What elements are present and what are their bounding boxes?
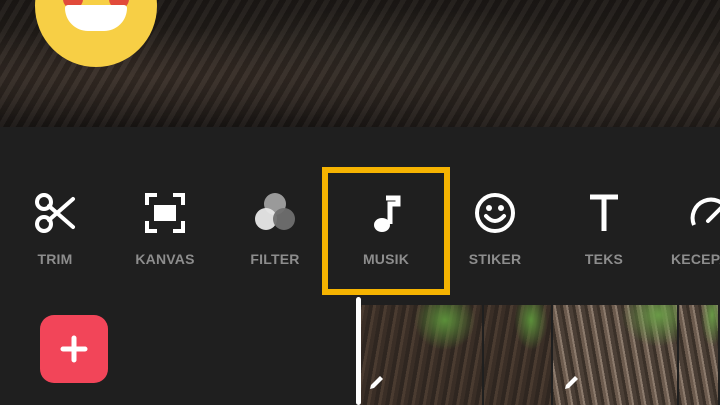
clip-thumbnail[interactable] — [552, 305, 678, 405]
edit-toolbar: TRIM KANVAS FILTER MUSIK STIKER TEKS KEC… — [0, 127, 720, 297]
clip-thumbnail[interactable] — [484, 305, 551, 405]
clip-thumbnail[interactable] — [358, 305, 483, 405]
tool-label: TEKS — [584, 251, 624, 267]
tool-filter[interactable]: FILTER — [227, 165, 323, 275]
pencil-icon[interactable] — [368, 373, 386, 391]
scissors-icon — [32, 190, 78, 236]
tool-label: FILTER — [250, 251, 300, 267]
plus-icon — [60, 335, 88, 363]
tool-trim[interactable]: TRIM — [7, 165, 103, 275]
sticker-emoji-icon[interactable] — [35, 0, 157, 67]
emoji-mouth — [65, 5, 127, 31]
playhead[interactable] — [356, 297, 361, 405]
video-preview[interactable] — [0, 0, 720, 127]
speed-gauge-icon — [688, 190, 720, 236]
tool-teks[interactable]: TEKS — [556, 165, 652, 275]
tool-label: STIKER — [468, 251, 522, 267]
add-clip-button[interactable] — [40, 315, 108, 383]
clip-thumbnail[interactable] — [679, 305, 718, 405]
text-t-icon — [581, 190, 627, 236]
timeline-area — [0, 297, 720, 405]
tool-kanvas[interactable]: KANVAS — [117, 165, 213, 275]
music-note-icon — [363, 191, 409, 237]
tool-label: MUSIK — [362, 251, 410, 267]
clip-strip[interactable] — [358, 305, 720, 405]
tool-label: KANVAS — [135, 251, 195, 267]
canvas-frame-icon — [142, 190, 188, 236]
pencil-icon[interactable] — [563, 373, 581, 391]
tool-musik[interactable]: MUSIK — [322, 167, 450, 295]
smiley-icon — [472, 190, 518, 236]
tool-kecepatan[interactable]: KECEPA — [664, 165, 720, 275]
tool-label: TRIM — [37, 251, 73, 267]
filter-circles-icon — [252, 190, 298, 236]
tool-label: KECEPA — [671, 251, 720, 267]
tool-stiker[interactable]: STIKER — [447, 165, 543, 275]
